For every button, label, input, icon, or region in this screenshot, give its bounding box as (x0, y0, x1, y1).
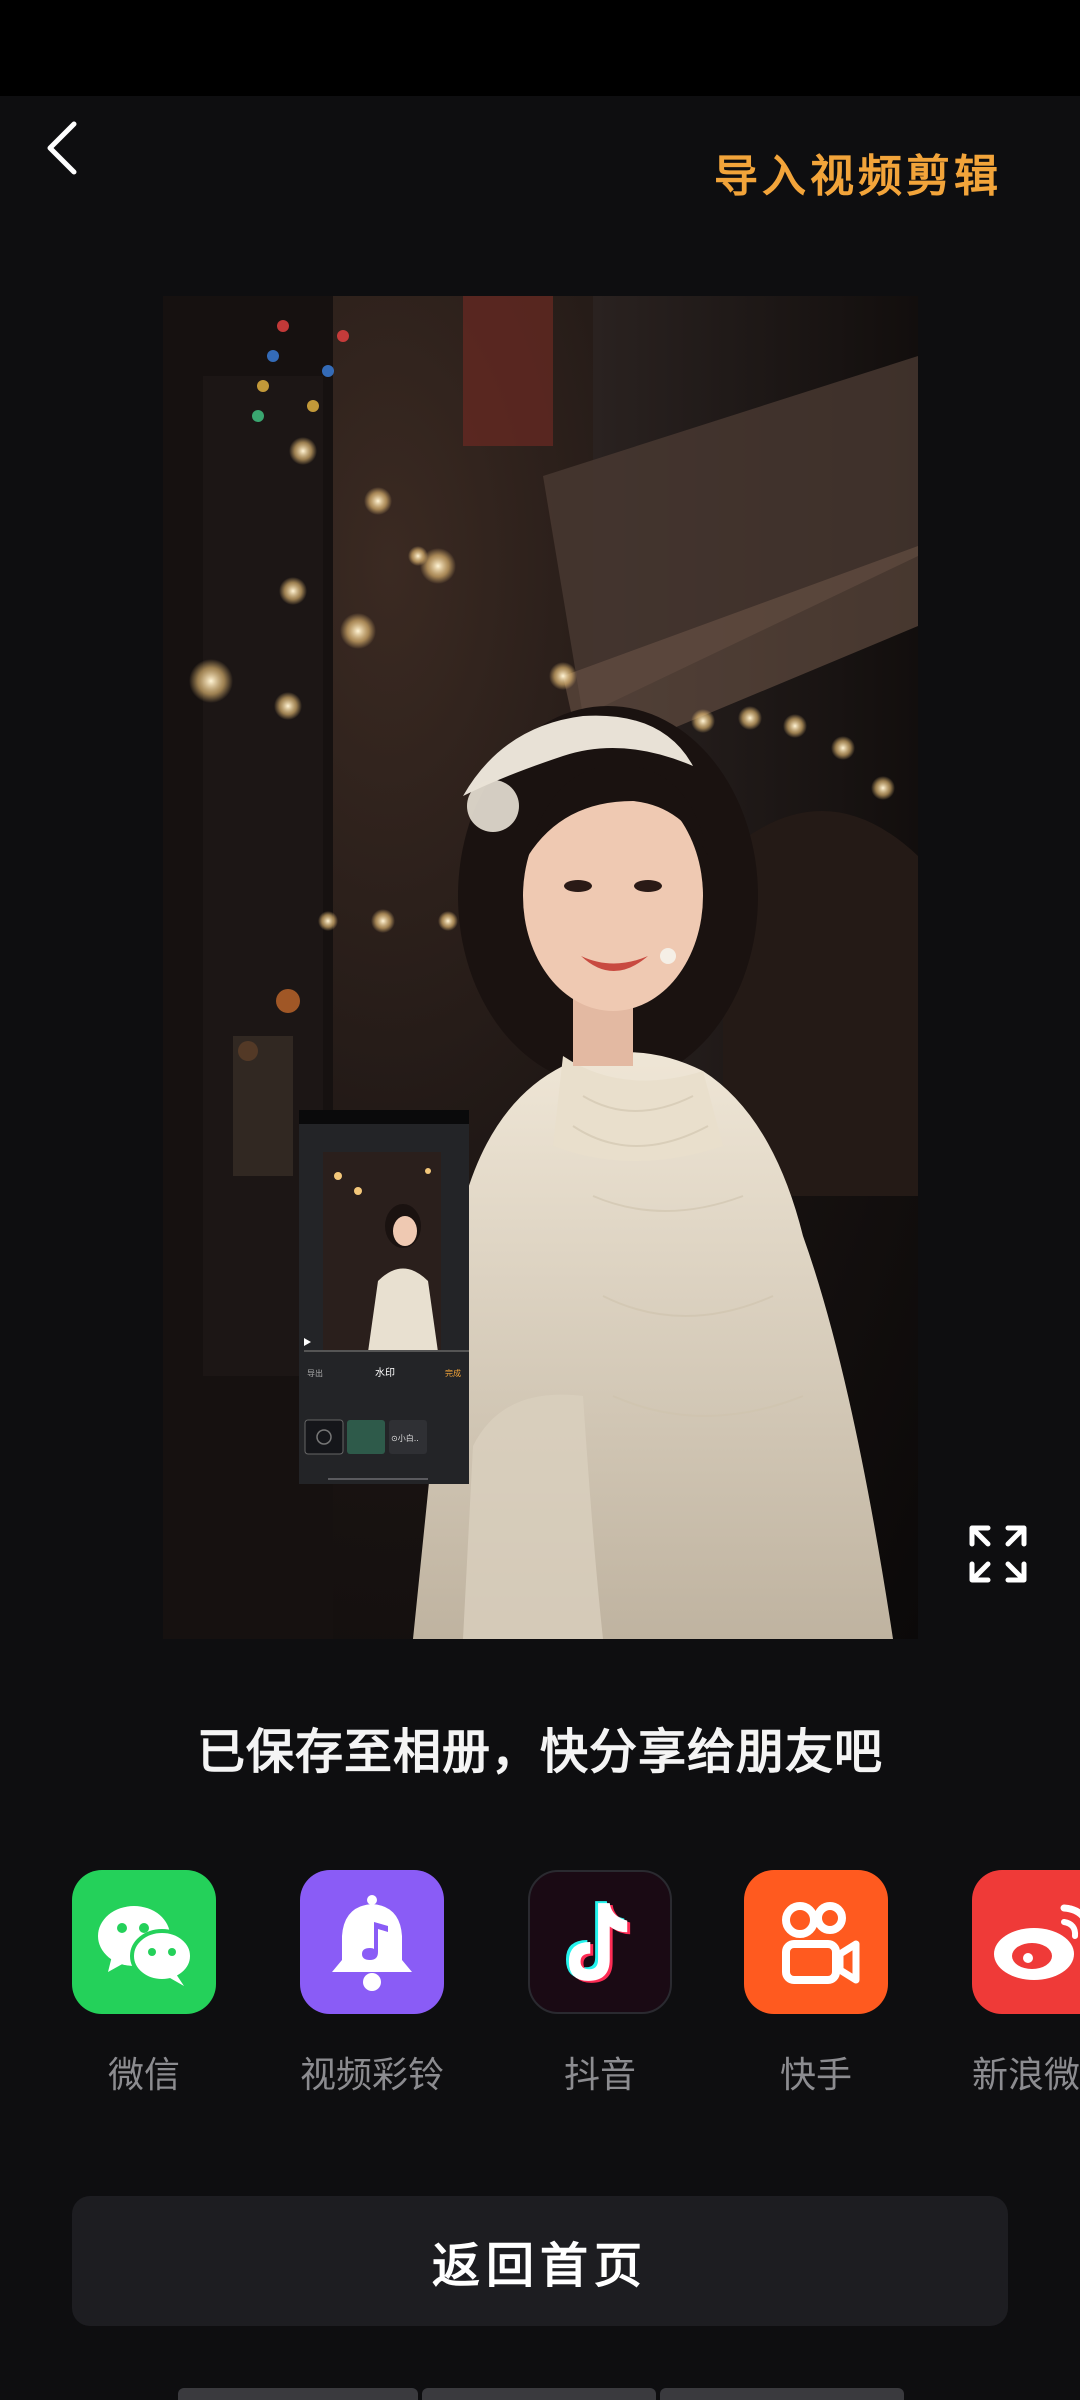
import-video-edit-link[interactable]: 导入视频剪辑 (714, 140, 1002, 204)
wechat-icon (72, 1870, 216, 2014)
thumbnail-right-label: 完成 (445, 1368, 461, 1378)
share-label-douyin: 抖音 (563, 2055, 636, 2096)
save-success-message: 已保存至相册，快分享给朋友吧 (196, 1724, 883, 1780)
thumbnail-overlay (299, 1110, 469, 1484)
douyin-icon (528, 1870, 672, 2014)
fullscreen-icon (969, 1525, 1027, 1583)
thumbnail-title: 水印 (375, 1367, 395, 1379)
kuaishou-icon (744, 1870, 888, 2014)
nav-indicator-center (422, 2388, 656, 2400)
media-preview[interactable]: 导出 水印 完成 ⊙小白.. (163, 296, 918, 1639)
share-wechat[interactable]: 微信 (44, 1870, 244, 2100)
share-douyin[interactable]: 抖音 (500, 1870, 700, 2100)
back-to-home-button[interactable]: 返回首页 (72, 2196, 1008, 2326)
share-label-wechat: 微信 (107, 2055, 180, 2096)
share-label-video-ringtone: 视频彩铃 (299, 2055, 444, 2096)
weibo-icon (972, 1870, 1080, 2014)
share-targets: 微信 视频彩铃 抖音 快手 新浪微 (0, 1870, 1080, 2100)
share-weibo[interactable]: 新浪微博 (944, 1870, 1080, 2100)
nav-indicator-left (178, 2388, 418, 2400)
status-bar (0, 0, 1080, 96)
photo-preview: 导出 水印 完成 ⊙小白.. (163, 296, 918, 1639)
back-button[interactable] (30, 116, 94, 180)
fullscreen-button[interactable] (966, 1522, 1030, 1586)
thumbnail-chip-label: ⊙小白.. (391, 1433, 419, 1443)
share-label-weibo: 新浪微博 (971, 2055, 1080, 2096)
nav-indicator-right (660, 2388, 904, 2400)
chevron-left-icon (47, 121, 77, 175)
share-label-kuaishou: 快手 (779, 2055, 852, 2096)
ringtone-bell-icon (300, 1870, 444, 2014)
share-kuaishou[interactable]: 快手 (716, 1870, 916, 2100)
share-video-ringtone[interactable]: 视频彩铃 (272, 1870, 472, 2100)
thumbnail-left-label: 导出 (307, 1368, 323, 1378)
